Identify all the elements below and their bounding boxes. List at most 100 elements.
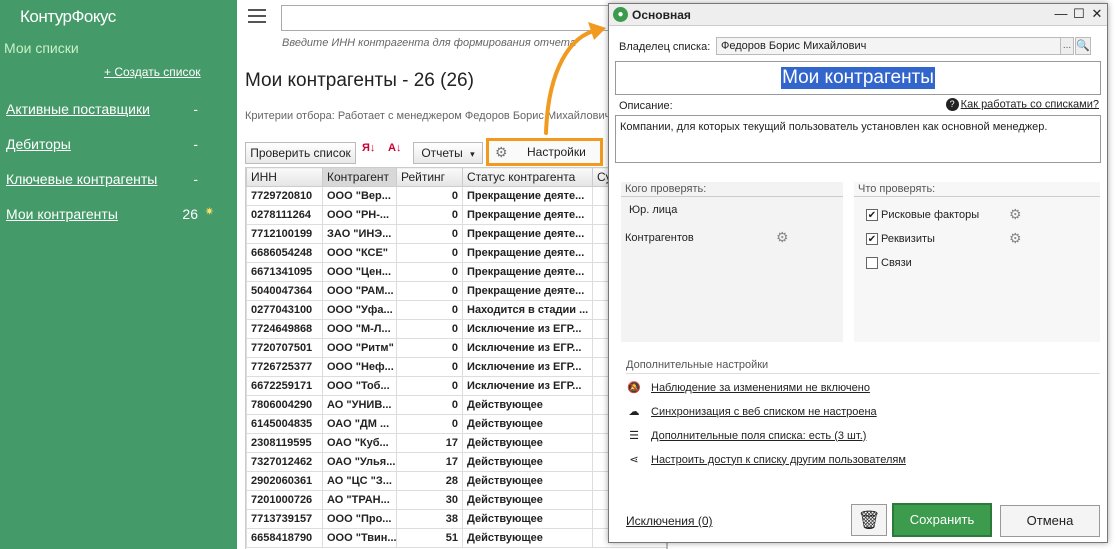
cell-status: Действующее [462,452,593,472]
cell-rating: 0 [396,262,463,282]
extra-item-sync[interactable]: ☁ Синхронизация с веб списком не настроен… [625,405,877,419]
column-header-inn[interactable]: ИНН [246,167,323,187]
gear-icon[interactable]: ⚙ [776,229,789,246]
checkbox-label: Рисковые факторы [881,209,980,221]
what-check-panel: Что проверять: ✔ Рисковые факторы ⚙ ✔ Рекв… [854,182,1100,342]
table-row[interactable]: 7712100199 ЗАО "ИНЭ... 0 Прекращение деяте.… [246,224,666,244]
checkbox-icon: ✔ [866,209,878,221]
column-header-counterparty[interactable]: Контрагент [322,167,397,187]
sidebar-item-key-counterparties[interactable]: Ключевые контрагенты - [6,171,232,193]
table-row[interactable]: 6671341095 ООО "Цен... 0 Прекращение деяте.… [246,262,666,282]
menu-icon[interactable] [248,9,266,23]
table-row[interactable]: 7729720810 ООО "Вер... 0 Прекращение деяте.… [246,186,666,206]
dialog-title: Основная [632,8,691,22]
cell-rating: 17 [396,433,463,453]
table-row[interactable]: 7720707501 ООО "Ритм" 0 Исключение из ЕГР..… [246,338,666,358]
reports-label: Отчеты [421,146,463,160]
cancel-button[interactable]: Отмена [1000,505,1100,537]
extra-item-label: Наблюдение за изменениями не включено [651,381,870,394]
search-icon[interactable]: 🔍 [1075,37,1091,55]
who-item-label: Юр. лица [629,204,678,216]
sort-asc-icon[interactable]: Я↓ [362,143,375,154]
table-row[interactable]: 7806004290 АО "УНИВ... 0 Действующее [246,395,666,415]
save-button[interactable]: Сохранить [892,503,992,537]
extra-item-monitoring[interactable]: 🔕 Наблюдение за изменениями не включено [625,381,870,395]
sort-desc-icon[interactable]: А↓ [388,143,401,154]
dialog-titlebar: ● Основная — ☐ ✕ [609,4,1107,26]
table-row[interactable]: 7201000726 АО "ТРАН... 30 Действующее [246,490,666,510]
search-hint: Введите ИНН контрагента для формирования… [282,37,576,49]
extra-item-label: Синхронизация с веб списком не настроена [651,405,877,418]
cell-status: Действующее [462,433,593,453]
extra-item-share[interactable]: ⋖ Настроить доступ к списку другим пользо… [625,453,906,467]
table-header-row: ИНН Контрагент Рейтинг Статус контрагент… [246,167,666,187]
maximize-button[interactable]: ☐ [1071,6,1087,22]
checkbox-label: Реквизиты [881,233,935,245]
checkbox-links[interactable]: Связи [866,257,912,269]
cell-inn: 6658418790 [246,528,323,548]
star-icon: ✷ [204,206,214,218]
extra-settings-title: Дополнительные настройки [626,359,769,371]
check-list-button[interactable]: Проверить список [245,142,356,164]
cell-counterparty: ООО "КСЕ" [322,243,397,263]
search-input[interactable] [281,5,611,31]
column-header-rating[interactable]: Рейтинг [396,167,463,187]
table-row[interactable]: 2902060361 АО "ЦС "З... 28 Действующее [246,471,666,491]
cell-status: Исключение из ЕГР... [462,376,593,396]
gear-icon[interactable]: ⚙ [1009,230,1022,247]
gear-icon[interactable]: ⚙ [1009,206,1022,223]
minimize-button[interactable]: — [1053,6,1069,22]
table-row[interactable]: 7327012462 ОАО "Улья... 17 Действующее [246,452,666,472]
description-field[interactable]: Компании, для которых текущий пользовате… [615,115,1101,163]
delete-button[interactable]: 🗑 [851,504,887,536]
extra-item-fields[interactable]: ☰ Дополнительные поля списка: есть (3 шт.… [625,429,866,443]
table-row[interactable]: 7726725377 ООО "Неф... 0 Исключение из ЕГР.… [246,357,666,377]
table-row[interactable]: 7724649868 ООО "М-Л... 0 Исключение из ЕГР.… [246,319,666,339]
table-row[interactable]: 0277043100 ООО "Уфа... 0 Находится в стадии… [246,300,666,320]
table-row[interactable]: 6658418790 ООО "Твин... 51 Действующее [246,528,666,548]
table-row[interactable]: 2308119595 ОАО "Куб... 17 Действующее [246,433,666,453]
who-item-legal[interactable]: Юр. лица [629,204,677,216]
table-row[interactable]: 7713739157 ООО "Про... 38 Действующее [246,509,666,529]
cell-inn: 7729720810 [246,186,323,206]
cell-status: Исключение из ЕГР... [462,338,593,358]
close-button[interactable]: ✕ [1089,6,1105,22]
app-icon: ● [613,7,628,22]
sidebar-item-label: Активные поставщики [6,101,150,117]
cell-status: Прекращение деяте... [462,281,593,301]
table-row[interactable]: 6145004835 ОАО "ДМ ... 0 Действующее [246,414,666,434]
settings-button[interactable]: ⚙ Настройки [486,138,603,166]
table-row[interactable]: 0278111264 ООО "РН-... 0 Прекращение деяте.… [246,205,666,225]
owner-browse-button[interactable]: ... [1060,37,1074,55]
owner-field[interactable]: Федоров Борис Михайлович [716,37,1071,55]
list-name-text: Мои контрагенты [781,67,935,89]
exclusions-link[interactable]: Исключения (0) [626,514,713,528]
column-header-status[interactable]: Статус контрагента [462,167,593,187]
cloud-alert-icon: ☁ [628,406,640,418]
cell-status: Действующее [462,490,593,510]
table-row[interactable]: 6686054248 ООО "КСЕ" 0 Прекращение деяте... [246,243,666,263]
sidebar-item-my-counterparties[interactable]: Мои контрагенты 26 ✷ [6,206,232,228]
who-item-counterparties[interactable]: Контрагентов [625,232,694,244]
checkbox-risk-factors[interactable]: ✔ Рисковые факторы [866,209,979,221]
sidebar-item-label: Дебиторы [6,136,71,152]
sidebar-item-debtors[interactable]: Дебиторы - [6,136,232,158]
sidebar: КонтурФокус Мои списки + Создать список … [0,0,237,549]
reports-button[interactable]: Отчеты ▾ [413,142,483,164]
owner-label: Владелец списка: [619,41,711,53]
cell-status: Прекращение деяте... [462,262,593,282]
divider [621,196,843,197]
help-link[interactable]: ? Как работать со списками? [945,98,1099,111]
checkbox-requisites[interactable]: ✔ Реквизиты [866,233,935,245]
cell-status: Действующее [462,414,593,434]
sidebar-item-active-suppliers[interactable]: Активные поставщики - [6,101,232,123]
cell-inn: 0278111264 [246,205,323,225]
sidebar-title: Мои списки [4,40,79,56]
who-title: Кого проверять: [625,183,707,195]
checkbox-icon: ✔ [866,233,878,245]
list-name-field[interactable]: Мои контрагенты [615,61,1101,95]
table-row[interactable]: 5040047364 ООО "РАМ... 0 Прекращение деяте.… [246,281,666,301]
create-list-link[interactable]: + Создать список [104,65,201,79]
table-row[interactable]: 6672259171 ООО "Тоб... 0 Исключение из ЕГР.… [246,376,666,396]
cell-inn: 6672259171 [246,376,323,396]
